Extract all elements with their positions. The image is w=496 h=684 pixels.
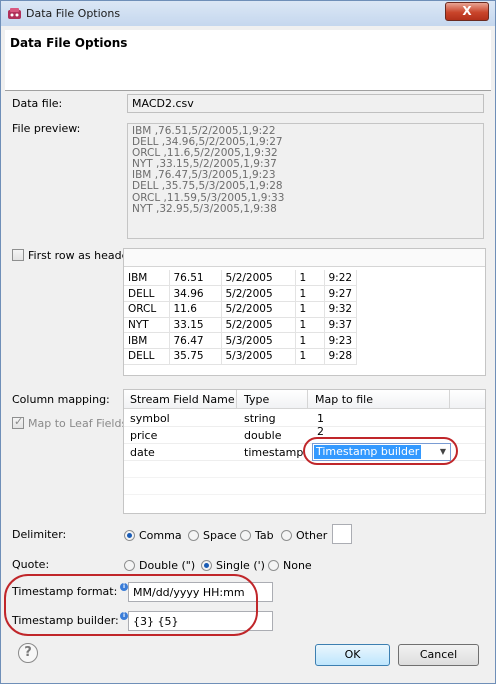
preview-line: ORCL ,11.59,5/3/2005,1,9:33 bbox=[132, 191, 285, 204]
header-divider bbox=[236, 390, 237, 409]
quote-none-radio[interactable] bbox=[268, 560, 279, 571]
header-divider bbox=[5, 90, 491, 91]
table-row[interactable]: NYT 33.15 5/2/2005 1 9:37 bbox=[124, 317, 358, 334]
delimiter-space-radio[interactable] bbox=[188, 530, 199, 541]
map-leaf-fields-checkbox[interactable] bbox=[12, 415, 24, 429]
ok-button[interactable]: OK bbox=[315, 644, 390, 666]
cancel-button[interactable]: Cancel bbox=[398, 644, 479, 666]
map-leaf-fields-label: Map to Leaf Fields bbox=[28, 417, 128, 430]
quote-single-label: Single (') bbox=[216, 559, 265, 572]
first-row-header-label: First row as header bbox=[28, 249, 133, 262]
delimiter-other-label: Other bbox=[296, 529, 328, 542]
dialog-heading: Data File Options bbox=[10, 36, 128, 50]
parsed-preview-table[interactable]: IBM 76.51 5/2/2005 1 9:22 DELL 34.96 5/2… bbox=[123, 248, 486, 376]
table-row[interactable]: IBM 76.47 5/3/2005 1 9:23 bbox=[124, 332, 358, 349]
delimiter-tab-radio[interactable] bbox=[240, 530, 251, 541]
header-map-to-file[interactable]: Map to file bbox=[315, 393, 373, 406]
title-bar: Data File Options X bbox=[0, 0, 496, 26]
data-file-label: Data file: bbox=[12, 97, 63, 110]
delimiter-other-input[interactable] bbox=[332, 524, 352, 544]
preview-line: NYT ,32.95,5/3/2005,1,9:38 bbox=[132, 202, 277, 215]
header-divider bbox=[307, 390, 308, 409]
data-file-field: MACD2.csv bbox=[127, 94, 484, 113]
delimiter-comma-radio[interactable] bbox=[124, 530, 135, 541]
table-row[interactable]: IBM 76.51 5/2/2005 1 9:22 bbox=[124, 270, 358, 287]
file-preview-label: File preview: bbox=[12, 122, 81, 135]
header-divider bbox=[449, 390, 450, 409]
annotation-oval bbox=[303, 437, 458, 465]
app-icon bbox=[8, 8, 21, 19]
window-title: Data File Options bbox=[26, 7, 121, 20]
quote-label: Quote: bbox=[12, 558, 50, 571]
table-row[interactable]: DELL 34.96 5/2/2005 1 9:27 bbox=[124, 285, 358, 302]
help-icon[interactable]: ? bbox=[18, 643, 38, 663]
mapping-header-row: Stream Field Name Type Map to file bbox=[124, 390, 485, 409]
header-type[interactable]: Type bbox=[244, 393, 269, 406]
quote-single-radio[interactable] bbox=[201, 560, 212, 571]
delimiter-other-radio[interactable] bbox=[281, 530, 292, 541]
quote-double-radio[interactable] bbox=[124, 560, 135, 571]
file-preview: IBM ,76.51,5/2/2005,1,9:22 DELL ,34.96,5… bbox=[127, 123, 484, 239]
dialog-header: Data File Options bbox=[5, 30, 491, 90]
table-row[interactable]: ORCL 11.6 5/2/2005 1 9:32 bbox=[124, 301, 358, 318]
quote-none-label: None bbox=[283, 559, 312, 572]
mapping-row-symbol[interactable]: symbol string 1 bbox=[124, 410, 485, 427]
delimiter-comma-label: Comma bbox=[139, 529, 182, 542]
table-row[interactable]: DELL 35.75 5/3/2005 1 9:28 bbox=[124, 348, 358, 365]
annotation-oval bbox=[4, 574, 258, 636]
header-stream-field[interactable]: Stream Field Name bbox=[130, 393, 235, 406]
delimiter-label: Delimiter: bbox=[12, 528, 67, 541]
close-button[interactable]: X bbox=[445, 2, 489, 21]
preview-line: DELL ,35.75,5/3/2005,1,9:28 bbox=[132, 180, 283, 193]
parsed-table-header bbox=[124, 249, 485, 267]
quote-double-label: Double (") bbox=[139, 559, 196, 572]
first-row-header-checkbox[interactable] bbox=[12, 249, 24, 261]
column-mapping-label: Column mapping: bbox=[12, 393, 110, 406]
delimiter-space-label: Space bbox=[203, 529, 237, 542]
mapping-empty-row bbox=[124, 478, 485, 495]
delimiter-tab-label: Tab bbox=[255, 529, 274, 542]
